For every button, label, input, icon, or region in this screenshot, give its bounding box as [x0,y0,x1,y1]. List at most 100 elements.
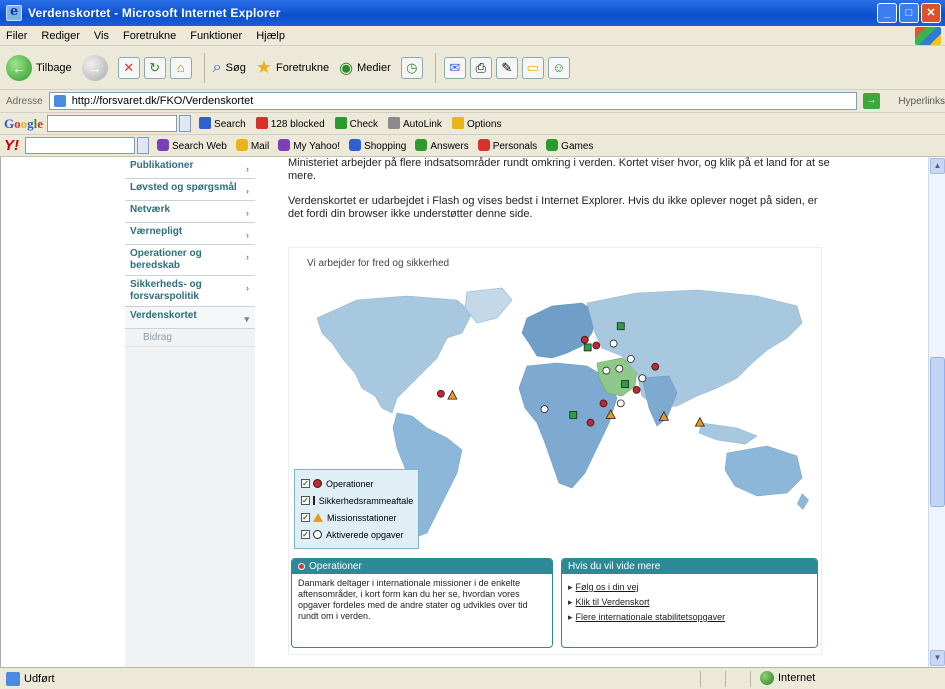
nav-subitem-bidrag[interactable]: Bidrag [125,329,255,347]
nav-item-sikkerhed[interactable]: Sikkerheds- og forsvarspolitik › [125,276,255,307]
chevron-right-icon: › [246,283,249,293]
popup-blocker-button[interactable]: 128 blocked [255,117,325,130]
map-marker-red[interactable] [436,389,445,398]
yahoo-shopping[interactable]: Shopping [349,139,406,152]
back-button[interactable]: ← Tilbage [6,54,72,81]
page-done-icon [6,671,20,686]
window-title: Verdenskortet - Microsoft Internet Explo… [28,6,281,20]
google-search-button[interactable]: Search [199,117,246,130]
spell-check-button[interactable]: Check [334,117,378,130]
more-info-link-1[interactable]: Følg os i din vej [568,580,811,595]
legend-sikkerhed[interactable]: ✓ Sikkerhedsrammeaftale [301,492,413,509]
map-marker-red[interactable] [580,335,589,344]
stop-button[interactable]: ✕ [117,56,140,79]
page-icon [53,95,66,107]
history-button[interactable]: ◷ [400,56,423,79]
operations-panel-header: Operationer [292,559,552,574]
yahoo-mail[interactable]: Mail [235,139,269,152]
yahoo-my[interactable]: My Yahoo! [278,139,340,152]
google-dropdown[interactable] [179,115,192,132]
menu-file[interactable]: Filer [6,30,27,42]
go-button[interactable]: → [862,93,881,109]
nav-item-publikationer[interactable]: Publikationer › [125,157,255,179]
map-marker-white[interactable] [616,399,625,408]
menu-tools[interactable]: Funktioner [190,30,242,42]
map-marker-green[interactable] [583,343,592,352]
map-marker-white[interactable] [638,374,647,383]
map-marker-green[interactable] [569,411,578,419]
map-marker-white[interactable] [540,405,549,414]
search-icon [157,139,169,151]
checkbox-checked[interactable]: ✓ [301,496,310,505]
more-info-link-3[interactable]: Flere internationale stabilitetsopgaver [568,610,811,625]
autolink-button[interactable]: AutoLink [388,117,442,130]
map-marker-green[interactable] [621,380,629,388]
map-marker-white[interactable] [626,355,635,363]
map-marker-red[interactable] [592,341,601,350]
yahoo-search-input[interactable] [25,137,135,154]
yahoo-personals[interactable]: Personals [477,139,537,152]
menu-edit[interactable]: Rediger [41,30,80,42]
favorites-button[interactable]: ★ Foretrukne [256,57,329,78]
close-button[interactable]: ✕ [921,3,941,23]
address-input[interactable]: http://forsvaret.dk/FKO/Verdenskortet [48,92,857,110]
checkbox-checked[interactable]: ✓ [301,530,310,539]
status-bar: Udført Internet [0,667,945,689]
checkbox-checked[interactable]: ✓ [301,479,310,488]
edit-button[interactable]: ✎ [495,56,518,79]
map-marker-white[interactable] [602,366,611,375]
address-label: Adresse [6,95,43,107]
menu-view[interactable]: Vis [94,30,109,42]
checkbox-checked[interactable]: ✓ [301,513,310,522]
google-search-input[interactable] [47,115,178,132]
map-marker-red[interactable] [586,418,595,427]
folder-button[interactable]: ▭ [521,56,544,79]
map-marker-red[interactable] [599,399,608,408]
search-icon: ⌕ [212,58,222,76]
scroll-up-arrow[interactable]: ▲ [930,158,945,174]
map-marker-red[interactable] [651,362,660,371]
options-button[interactable]: Options [451,117,501,130]
orange-triangle-icon [313,513,323,522]
refresh-button[interactable]: ↻ [143,56,166,79]
ie-icon [6,4,22,21]
map-marker-green[interactable] [616,322,625,331]
menu-favorites[interactable]: Foretrukne [123,30,176,42]
star-icon: ★ [255,57,272,77]
home-button[interactable]: ⌂ [169,56,192,79]
nav-item-lovsted[interactable]: Løvsted og spørgsmål › [125,179,255,201]
legend-aktiverede[interactable]: ✓ Aktiverede opgaver [301,526,412,543]
yahoo-answers[interactable]: Answers [415,139,469,152]
scroll-down-arrow[interactable]: ▼ [930,650,945,666]
yahoo-games[interactable]: Games [546,139,593,152]
more-info-link-2[interactable]: Klik til Verdenskort [568,595,811,610]
forward-button[interactable]: → [81,54,108,81]
search-button[interactable]: ⌕ Søg [213,59,246,77]
nav-item-operationer[interactable]: Operationer og beredskab › [125,245,255,276]
map-marker-red[interactable] [632,385,641,394]
menu-help[interactable]: Hjælp [256,30,285,42]
yahoo-logo[interactable]: Y! [4,137,19,154]
intro-paragraph-1: Ministeriet arbejder på flere indsatsomr… [288,157,830,182]
links-label[interactable]: Hyperlinks [898,96,945,107]
nav-item-vaernepligt[interactable]: Værnepligt › [125,223,255,245]
yahoo-dropdown[interactable] [137,137,149,154]
map-marker-white[interactable] [609,339,618,348]
nav-item-verdenskortet[interactable]: Verdenskortet ▾ [125,307,255,329]
media-button[interactable]: ◉ Medier [339,58,391,78]
scroll-thumb[interactable] [930,357,945,507]
search-icon [199,117,212,129]
nav-item-netvaerk[interactable]: Netværk › [125,201,255,223]
vertical-scrollbar[interactable]: ▲ ▼ [928,157,945,667]
legend-operationer[interactable]: ✓ Operationer [301,475,412,492]
legend-missionsstationer[interactable]: ✓ Missionsstationer [301,509,412,526]
print-button[interactable]: ⎙ [469,56,492,79]
mail-button[interactable]: ✉ [443,56,466,79]
windows-logo-icon [915,27,941,45]
yahoo-search-web[interactable]: Search Web [157,139,227,152]
maximize-button[interactable]: □ [899,3,919,23]
map-marker-white[interactable] [615,364,624,373]
messenger-button[interactable]: ☺ [547,56,570,79]
minimize-button[interactable]: _ [877,3,897,23]
google-logo[interactable]: Google [4,116,43,132]
